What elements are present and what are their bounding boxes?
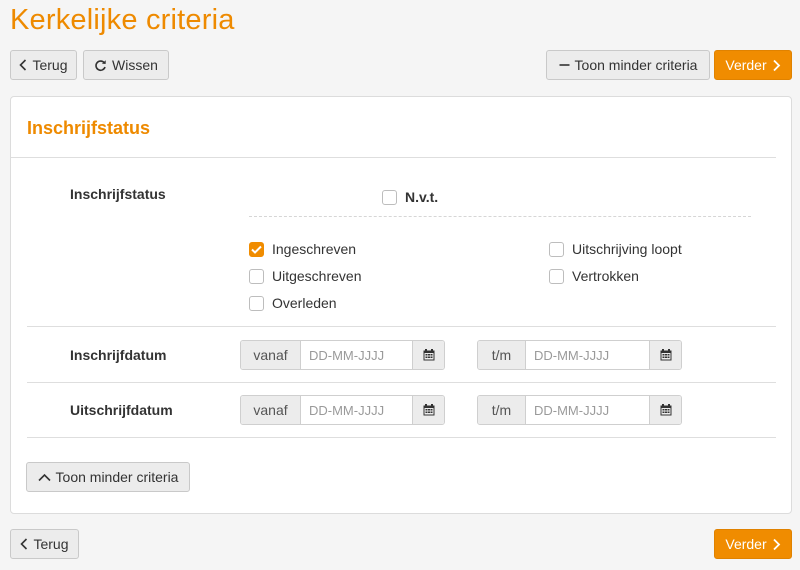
status-row-label: Inschrijfstatus [70, 186, 166, 202]
uitschrijfdatum-from-calendar-button[interactable] [412, 396, 444, 424]
row-divider [27, 326, 776, 327]
option-vertrokken-label: Vertrokken [572, 268, 639, 284]
uitschrijfdatum-to-addon: t/m [478, 396, 526, 424]
option-ingeschreven-box[interactable] [249, 241, 264, 257]
back-button-label: Terug [32, 57, 68, 73]
option-overleden[interactable]: Overleden [249, 295, 337, 311]
calendar-icon [423, 349, 434, 361]
option-overleden-box[interactable] [249, 295, 264, 311]
less-criteria-button-top[interactable]: Toon minder criteria [546, 50, 710, 80]
check-icon [251, 245, 262, 254]
clear-button[interactable]: Wissen [83, 50, 169, 80]
back-button[interactable]: Terug [10, 50, 77, 80]
inschrijfdatum-to-input[interactable] [526, 341, 649, 369]
minus-icon [559, 59, 570, 71]
status-dashed-divider [249, 216, 751, 217]
next-button-label-top: Verder [725, 57, 767, 73]
next-button-top[interactable]: Verder [714, 50, 792, 80]
chevron-up-icon [37, 473, 51, 482]
inschrijfdatum-from-calendar-button[interactable] [412, 341, 444, 369]
redo-icon [94, 59, 107, 72]
next-button-bottom[interactable]: Verder [714, 529, 792, 559]
inschrijfdatum-from-input[interactable] [301, 341, 412, 369]
option-uitgeschreven[interactable]: Uitgeschreven [249, 268, 362, 284]
back-button-bottom-label: Terug [33, 536, 69, 552]
inschrijfdatum-to-addon: t/m [478, 341, 526, 369]
chevron-left-icon [20, 538, 28, 550]
chevron-right-icon [772, 59, 781, 72]
nvt-checkbox[interactable]: N.v.t. [382, 189, 438, 205]
row-divider [27, 437, 776, 438]
nvt-checkbox-label: N.v.t. [405, 189, 439, 205]
uitschrijfdatum-from-input[interactable] [301, 396, 412, 424]
option-uitgeschreven-label: Uitgeschreven [272, 268, 362, 284]
less-criteria-label-top: Toon minder criteria [574, 57, 698, 73]
option-uitschrijving-loopt-label: Uitschrijving loopt [572, 241, 682, 257]
calendar-icon [660, 349, 671, 361]
uitschrijfdatum-to-input[interactable] [526, 396, 649, 424]
option-ingeschreven-label: Ingeschreven [272, 241, 357, 257]
inschrijfdatum-to-group: t/m [477, 340, 682, 370]
chevron-right-icon [772, 538, 781, 551]
nvt-checkbox-box[interactable] [382, 189, 397, 205]
inschrijfdatum-from-addon: vanaf [241, 341, 301, 369]
criteria-panel: Inschrijfstatus Inschrijfstatus N.v.t. I… [10, 96, 792, 514]
option-overleden-label: Overleden [272, 295, 337, 311]
panel-title: Inschrijfstatus [27, 118, 151, 138]
uitschrijfdatum-to-calendar-button[interactable] [649, 396, 681, 424]
next-button-label-bottom: Verder [725, 536, 767, 552]
option-uitschrijving-loopt[interactable]: Uitschrijving loopt [549, 241, 682, 257]
uitschrijfdatum-label: Uitschrijfdatum [70, 402, 173, 418]
inschrijfdatum-to-calendar-button[interactable] [649, 341, 681, 369]
uitschrijfdatum-to-group: t/m [477, 395, 682, 425]
panel-title-divider [11, 157, 776, 158]
option-uitgeschreven-box[interactable] [249, 268, 264, 284]
calendar-icon [423, 404, 434, 416]
uitschrijfdatum-from-addon: vanaf [241, 396, 301, 424]
less-criteria-button-bottom[interactable]: Toon minder criteria [26, 462, 190, 492]
back-button-bottom[interactable]: Terug [10, 529, 79, 559]
chevron-left-icon [19, 59, 27, 71]
row-divider [27, 382, 776, 383]
less-criteria-label-bottom: Toon minder criteria [55, 469, 179, 485]
uitschrijfdatum-from-group: vanaf [240, 395, 445, 425]
clear-button-label: Wissen [112, 57, 158, 73]
option-vertrokken-box[interactable] [549, 268, 564, 284]
inschrijfdatum-from-group: vanaf [240, 340, 445, 370]
calendar-icon [660, 404, 671, 416]
inschrijfdatum-label: Inschrijfdatum [70, 347, 167, 363]
option-uitschrijving-loopt-box[interactable] [549, 241, 564, 257]
page-title: Kerkelijke criteria [10, 4, 235, 36]
option-vertrokken[interactable]: Vertrokken [549, 268, 639, 284]
option-ingeschreven[interactable]: Ingeschreven [249, 241, 356, 257]
